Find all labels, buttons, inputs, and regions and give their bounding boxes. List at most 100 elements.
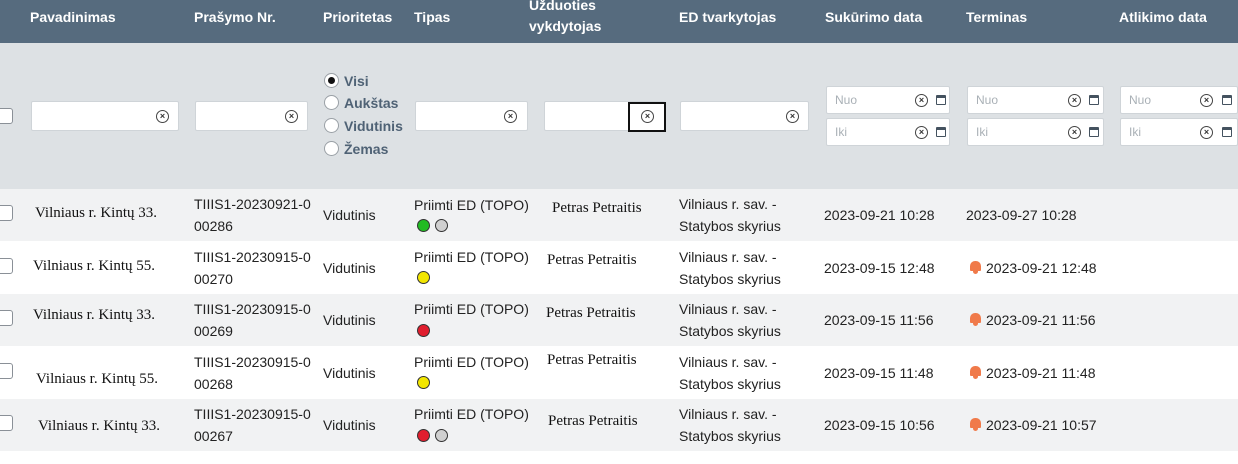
- cell-pavadinimas: Vilniaus r. Kintų 33.: [35, 205, 158, 221]
- cell-nr-line1: TIIIS1-20230915-0: [194, 249, 311, 265]
- cell-terminas: 2023-09-27 10:28: [966, 207, 1077, 223]
- status-dot-green: [417, 219, 430, 232]
- table-row[interactable]: Vilniaus r. Kintų 33. TIIIS1-20230915-0 …: [0, 399, 1238, 451]
- clear-circle-icon[interactable]: ×: [1068, 94, 1081, 107]
- cell-nr-line2: 00267: [194, 428, 233, 444]
- cell-prioritetas: Vidutinis: [323, 417, 376, 433]
- terminas-to-input[interactable]: Iki ×: [967, 118, 1104, 146]
- tipas-filter-input[interactable]: ×: [415, 101, 528, 131]
- date-from-placeholder: Nuo: [976, 93, 999, 107]
- cell-tipas: Priimti ED (TOPO): [414, 354, 529, 370]
- row-checkbox[interactable]: [0, 258, 13, 274]
- cell-prioritetas: Vidutinis: [323, 207, 376, 223]
- calendar-icon[interactable]: [1089, 95, 1099, 105]
- priority-label-zemas: Žemas: [344, 141, 389, 157]
- cell-prioritetas: Vidutinis: [323, 365, 376, 381]
- cell-vykdytojas: Petras Petraitis: [548, 413, 638, 429]
- clear-circle-icon[interactable]: ×: [504, 110, 517, 123]
- col-header-atlikimo-data[interactable]: Atlikimo data: [1119, 9, 1207, 26]
- clear-circle-icon[interactable]: ×: [915, 126, 928, 139]
- col-header-uzduoties-line2[interactable]: vykdytojas: [529, 18, 601, 35]
- calendar-icon[interactable]: [936, 95, 946, 105]
- cell-ed-line1: Vilniaus r. sav. -: [679, 406, 777, 422]
- col-header-uzduoties-line1[interactable]: Užduoties: [529, 0, 596, 14]
- cell-pavadinimas: Vilniaus r. Kintų 55.: [36, 371, 159, 387]
- table-row[interactable]: Vilniaus r. Kintų 33. TIIIS1-20230915-0 …: [0, 294, 1238, 346]
- col-header-tipas[interactable]: Tipas: [414, 9, 450, 26]
- cell-pavadinimas: Vilniaus r. Kintų 33.: [38, 418, 161, 434]
- status-dot-yellow: [417, 271, 430, 284]
- row-checkbox[interactable]: [0, 363, 13, 379]
- cell-tipas: Priimti ED (TOPO): [414, 301, 529, 317]
- bell-alert-icon: [970, 418, 981, 431]
- col-header-sukurimo-data[interactable]: Sukūrimo data: [825, 9, 922, 26]
- status-dot-red: [417, 429, 430, 442]
- cell-ed-line2: Statybos skyrius: [679, 323, 781, 339]
- clear-circle-icon[interactable]: ×: [285, 110, 298, 123]
- clear-circle-icon[interactable]: ×: [786, 110, 799, 123]
- cell-ed-line2: Statybos skyrius: [679, 428, 781, 444]
- cell-terminas: 2023-09-21 11:56: [986, 312, 1096, 328]
- row-checkbox[interactable]: [0, 415, 13, 431]
- status-dot-grey: [435, 219, 448, 232]
- cell-nr-line2: 00269: [194, 323, 233, 339]
- ed-tvarkytojas-filter-input[interactable]: ×: [680, 101, 809, 131]
- col-header-terminas[interactable]: Terminas: [966, 9, 1027, 26]
- sukurimo-from-input[interactable]: Nuo ×: [826, 86, 950, 114]
- calendar-icon[interactable]: [1222, 127, 1232, 137]
- terminas-from-input[interactable]: Nuo ×: [967, 86, 1104, 114]
- select-all-checkbox[interactable]: [0, 108, 13, 124]
- calendar-icon[interactable]: [1089, 127, 1099, 137]
- prasymo-nr-filter-input[interactable]: ×: [195, 101, 308, 131]
- cell-ed-line2: Statybos skyrius: [679, 218, 781, 234]
- vykdytojas-filter-input[interactable]: ×: [544, 101, 666, 132]
- clear-circle-icon[interactable]: ×: [915, 94, 928, 107]
- col-header-ed-tvarkytojas[interactable]: ED tvarkytojas: [679, 9, 776, 26]
- priority-radio-visi[interactable]: [324, 73, 339, 88]
- cell-vykdytojas: Petras Petraitis: [547, 252, 637, 268]
- bell-alert-icon: [970, 261, 981, 274]
- priority-radio-zemas[interactable]: [324, 141, 339, 156]
- clear-circle-icon[interactable]: ×: [1068, 126, 1081, 139]
- status-dot-yellow: [417, 376, 430, 389]
- atlikimo-to-input[interactable]: Iki ×: [1120, 118, 1238, 146]
- clear-circle-icon[interactable]: ×: [641, 110, 654, 123]
- table-row[interactable]: Vilniaus r. Kintų 55. TIIIS1-20230915-0 …: [0, 242, 1238, 294]
- calendar-icon[interactable]: [936, 127, 946, 137]
- clear-circle-icon[interactable]: ×: [1200, 126, 1213, 139]
- clear-circle-icon[interactable]: ×: [156, 110, 169, 123]
- pavadinimas-filter-input[interactable]: ×: [31, 101, 179, 131]
- col-header-pavadinimas[interactable]: Pavadinimas: [30, 9, 116, 26]
- focused-clear-button[interactable]: ×: [628, 102, 666, 132]
- col-header-prasymo-nr[interactable]: Prašymo Nr.: [194, 9, 276, 26]
- date-to-placeholder: Iki: [835, 125, 847, 139]
- date-to-placeholder: Iki: [976, 125, 988, 139]
- filter-row: × × Visi Aukštas Vidutinis Žemas × × × N…: [0, 43, 1238, 189]
- cell-ed-line1: Vilniaus r. sav. -: [679, 196, 777, 212]
- cell-sukurimo: 2023-09-15 11:56: [824, 312, 934, 328]
- cell-ed-line2: Statybos skyrius: [679, 376, 781, 392]
- cell-terminas: 2023-09-21 10:57: [986, 417, 1097, 433]
- date-to-placeholder: Iki: [1129, 125, 1141, 139]
- cell-sukurimo: 2023-09-15 10:56: [824, 417, 935, 433]
- table-row[interactable]: Vilniaus r. Kintų 55. TIIIS1-20230915-0 …: [0, 347, 1238, 399]
- cell-pavadinimas: Vilniaus r. Kintų 55.: [33, 258, 156, 274]
- cell-ed-line1: Vilniaus r. sav. -: [679, 301, 777, 317]
- cell-tipas: Priimti ED (TOPO): [414, 406, 529, 422]
- row-checkbox[interactable]: [0, 205, 13, 221]
- col-header-prioritetas[interactable]: Prioritetas: [323, 9, 392, 26]
- cell-tipas: Priimti ED (TOPO): [414, 249, 529, 265]
- priority-label-vidutinis: Vidutinis: [344, 118, 403, 134]
- date-from-placeholder: Nuo: [1129, 93, 1152, 107]
- cell-ed-line2: Statybos skyrius: [679, 271, 781, 287]
- row-checkbox[interactable]: [0, 310, 13, 326]
- atlikimo-from-input[interactable]: Nuo ×: [1120, 86, 1238, 114]
- clear-circle-icon[interactable]: ×: [1200, 94, 1213, 107]
- priority-radio-aukstas[interactable]: [324, 95, 339, 110]
- cell-sukurimo: 2023-09-15 11:48: [824, 365, 934, 381]
- sukurimo-to-input[interactable]: Iki ×: [826, 118, 950, 146]
- table-row[interactable]: Vilniaus r. Kintų 33. TIIIS1-20230921-0 …: [0, 189, 1238, 241]
- priority-radio-vidutinis[interactable]: [324, 118, 339, 133]
- calendar-icon[interactable]: [1222, 95, 1232, 105]
- priority-label-visi: Visi: [344, 73, 369, 89]
